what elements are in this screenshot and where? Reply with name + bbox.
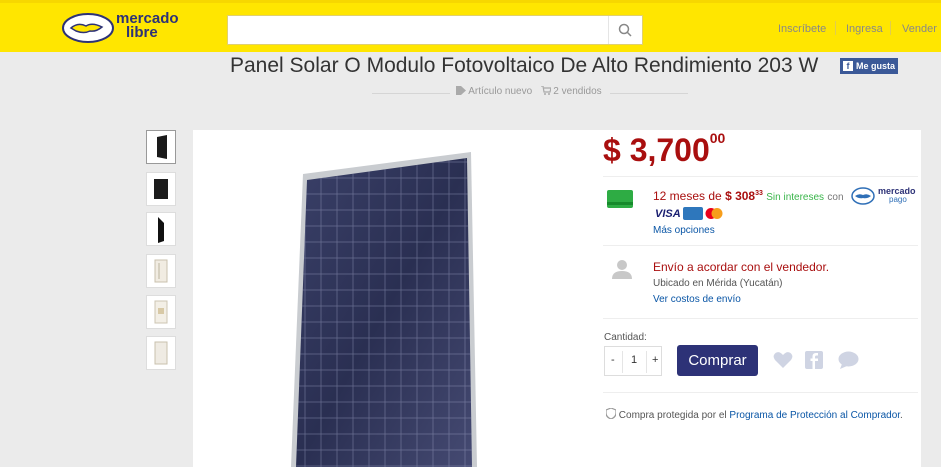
quantity-stepper: - 1 + bbox=[604, 346, 662, 376]
no-interest-text: Sin intereses bbox=[766, 192, 825, 203]
credit-card-icon bbox=[607, 190, 633, 208]
product-meta: Artículo nuevo 2 vendidos bbox=[456, 85, 602, 97]
thumbnail-2[interactable] bbox=[146, 172, 176, 206]
price: $ 3,70000 bbox=[603, 130, 726, 169]
panel-thumbnail-image bbox=[154, 259, 168, 283]
cart-icon bbox=[540, 85, 552, 95]
nav-sell-link[interactable]: Vender bbox=[902, 23, 937, 35]
logo-text[interactable]: mercado libre bbox=[116, 11, 179, 41]
sold-count-text: 2 vendidos bbox=[553, 86, 602, 97]
protection-suffix: . bbox=[900, 410, 903, 421]
price-decimals: 00 bbox=[709, 130, 726, 146]
search-button[interactable] bbox=[608, 16, 642, 44]
installment-amount-value: $ 308 bbox=[725, 189, 756, 203]
mercadopago-logo: mercado pago bbox=[851, 186, 921, 206]
facebook-icon: f bbox=[843, 61, 853, 71]
quantity-increase-button[interactable]: + bbox=[652, 354, 658, 366]
with-text: con bbox=[827, 192, 844, 203]
search-box bbox=[227, 15, 643, 45]
panel-thumbnail-image bbox=[157, 135, 167, 159]
seller-location-text: Ubicado en Mérida (Yucatán) bbox=[653, 278, 783, 289]
section-divider bbox=[603, 176, 918, 177]
thumbnail-6[interactable] bbox=[146, 336, 176, 370]
buy-button[interactable]: Comprar bbox=[677, 345, 758, 376]
mastercard-icon bbox=[705, 208, 723, 219]
buyer-protection: Compra protegida por el Programa de Prot… bbox=[605, 407, 903, 421]
facebook-like-label: Me gusta bbox=[856, 61, 896, 71]
panel-thumbnail-image bbox=[154, 300, 168, 324]
solar-panel-image bbox=[291, 152, 477, 467]
top-header: mercado libre Inscríbete Ingresa Vender bbox=[0, 0, 941, 52]
amex-card-icon bbox=[683, 207, 703, 220]
condition-text: Artículo nuevo bbox=[468, 86, 533, 97]
nav-divider bbox=[835, 21, 836, 35]
logo-line-2: libre bbox=[126, 24, 158, 41]
installments-text: 12 meses de $ 30833 Sin intereses con bbox=[653, 189, 844, 203]
mercadopago-handshake-icon bbox=[851, 187, 875, 205]
section-divider bbox=[603, 245, 918, 246]
search-input[interactable] bbox=[228, 16, 608, 44]
facebook-like-button[interactable]: f Me gusta bbox=[840, 58, 898, 74]
quantity-decrease-button[interactable]: - bbox=[611, 354, 615, 366]
shipping-costs-link[interactable]: Ver costos de envío bbox=[653, 294, 741, 305]
divider-line bbox=[610, 93, 688, 94]
price-integer: 3,700 bbox=[629, 132, 710, 168]
thumbnail-1[interactable] bbox=[146, 130, 176, 164]
price-currency: $ bbox=[603, 132, 621, 168]
thumbnail-4[interactable] bbox=[146, 254, 176, 288]
thumbnail-5[interactable] bbox=[146, 295, 176, 329]
quantity-label: Cantidad: bbox=[604, 332, 647, 343]
panel-thumbnail-image bbox=[158, 217, 164, 243]
facebook-share-icon[interactable] bbox=[805, 351, 823, 369]
nav-login-link[interactable]: Ingresa bbox=[846, 23, 883, 35]
nav-signup-link[interactable]: Inscríbete bbox=[778, 23, 826, 35]
shield-icon bbox=[605, 407, 617, 420]
stepper-divider bbox=[646, 351, 647, 373]
main-product-image[interactable] bbox=[193, 130, 580, 467]
heart-icon[interactable] bbox=[773, 351, 793, 369]
divider-line bbox=[372, 93, 450, 94]
panel-thumbnail-image bbox=[154, 179, 168, 199]
more-payment-options-link[interactable]: Más opciones bbox=[653, 225, 715, 236]
panel-thumbnail-image bbox=[154, 341, 168, 365]
question-chat-icon[interactable] bbox=[838, 351, 859, 369]
header-top-edge bbox=[0, 0, 941, 3]
installment-amount: $ 30833 bbox=[725, 189, 763, 203]
tag-icon bbox=[456, 86, 466, 95]
thumbnail-3[interactable] bbox=[146, 212, 176, 246]
visa-card-icon: VISA bbox=[655, 208, 681, 220]
page: mercado libre Inscríbete Ingresa Vender … bbox=[0, 0, 941, 467]
quantity-input[interactable]: 1 bbox=[631, 354, 637, 366]
protection-prefix: Compra protegida por el bbox=[618, 410, 727, 421]
buyer-protection-link[interactable]: Programa de Protección al Comprador bbox=[729, 410, 900, 421]
mercadopago-line-2: pago bbox=[889, 195, 907, 204]
product-title: Panel Solar O Modulo Fotovoltaico De Alt… bbox=[230, 54, 819, 77]
stepper-divider bbox=[622, 351, 623, 373]
seller-user-icon bbox=[612, 260, 632, 279]
nav-divider bbox=[890, 21, 891, 35]
search-icon bbox=[618, 23, 632, 37]
installment-amount-decimals: 33 bbox=[755, 190, 763, 197]
installments-prefix: 12 meses de bbox=[653, 189, 722, 203]
shipping-text: Envío a acordar con el vendedor. bbox=[653, 260, 830, 274]
section-divider bbox=[603, 318, 918, 319]
section-divider bbox=[603, 392, 918, 393]
